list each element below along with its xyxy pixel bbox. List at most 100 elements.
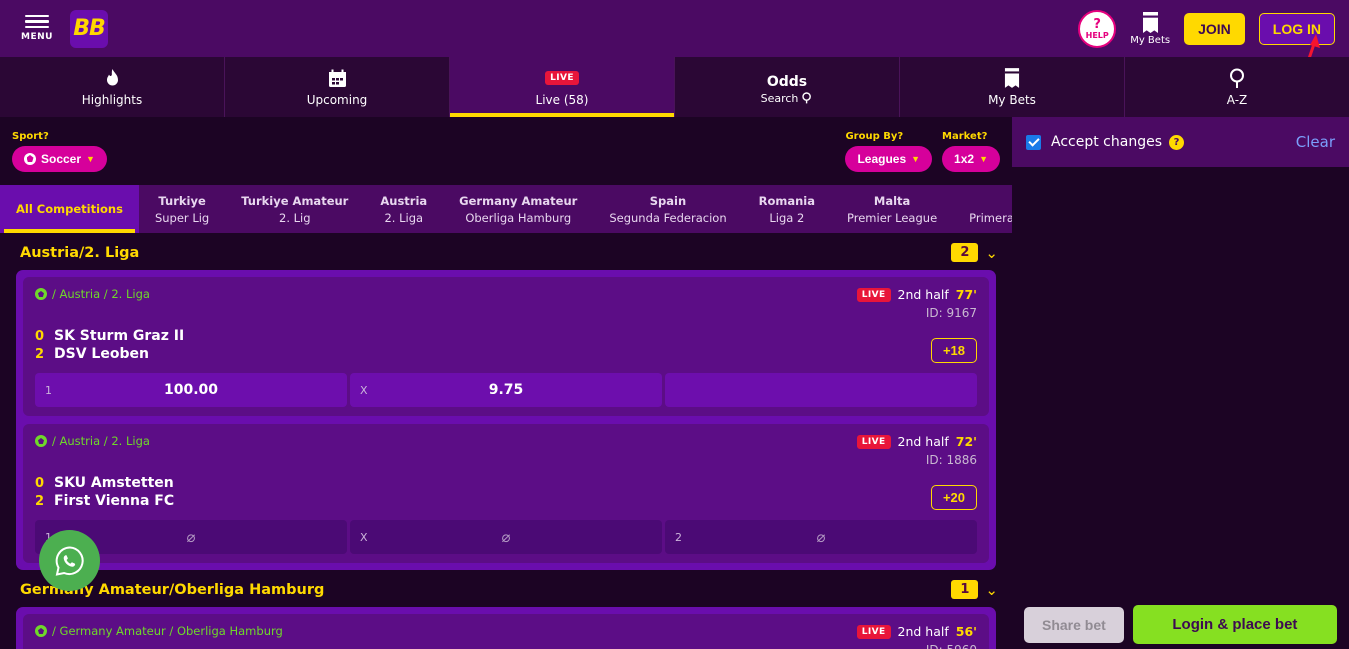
live-badge-icon: LIVE (545, 67, 579, 89)
odds-button[interactable]: 1 100.00 (35, 373, 347, 407)
more-markets-button[interactable]: +20 (930, 485, 977, 510)
market-dropdown[interactable]: 1x2 ▼ (942, 145, 1000, 172)
filter-bar: Sport? Soccer ▼ Group By? Leagues ▼ Mark… (0, 117, 1012, 185)
competition-tab[interactable]: Germany Amateur Oberliga Hamburg (443, 185, 593, 233)
betslip-header: Accept changes ? Clear (1012, 117, 1349, 167)
filter-right-group: Group By? Leagues ▼ Market? 1x2 ▼ (845, 131, 1000, 172)
group-by-value: Leagues (857, 151, 907, 166)
ticket-icon (1142, 11, 1158, 33)
competition-tab-league: 2. Liga (384, 210, 424, 225)
match-teams-row: 0 SKU Amstetten 2 First Vienna FC +20 (35, 475, 977, 510)
accept-changes-checkbox[interactable] (1026, 134, 1041, 150)
tab-odds-label: Odds (766, 73, 808, 90)
competition-tab[interactable]: Malta Premier League (831, 185, 953, 233)
match-top-row: / Germany Amateur / Oberliga Hamburg LIVE… (35, 624, 977, 649)
match-breadcrumb[interactable]: / Germany Amateur / Oberliga Hamburg (35, 624, 283, 638)
magnifier-icon (1228, 67, 1247, 89)
competition-tab[interactable]: Turkiye Super Lig (139, 185, 225, 233)
league-header[interactable]: Austria/2. Liga 2 ⌄ (0, 233, 1012, 270)
live-badge: LIVE (856, 624, 891, 639)
competition-tab-country: Germany Amateur (459, 193, 578, 208)
competition-tab-country: Malta (873, 193, 911, 208)
chevron-down-icon[interactable]: ⌄ (985, 581, 998, 599)
competition-tab-league: Oberliga Hamburg (465, 210, 572, 225)
whatsapp-button[interactable] (39, 530, 100, 591)
live-badge: LIVE (856, 287, 891, 302)
odds-row: 1⌀X⌀2⌀ (35, 520, 977, 554)
league-match-count: 1 (951, 580, 979, 599)
live-events-list: Austria/2. Liga 2 ⌄ / Austria / 2. Liga LIVE… (0, 233, 1012, 649)
odds-outcome-key: X (360, 383, 368, 397)
match-top-row: / Austria / 2. Liga LIVE 2nd half 72' ID: 18… (35, 434, 977, 467)
share-bet-button[interactable]: Share bet (1024, 606, 1124, 643)
match-card[interactable]: / Austria / 2. Liga LIVE 2nd half 72' ID: 18… (23, 424, 989, 563)
betslip-body (1012, 167, 1349, 600)
competition-tab[interactable]: Turkiye Amateur 2. Lig (225, 185, 364, 233)
tab-odds-search[interactable]: Odds Search (675, 57, 900, 117)
tab-odds-sublabel: Search (760, 91, 799, 105)
match-breadcrumb[interactable]: / Austria / 2. Liga (35, 434, 150, 448)
competition-tab-league: Primera Division Women (969, 210, 1012, 225)
match-status-line: LIVE 2nd half 56' (856, 624, 977, 639)
tab-a-z[interactable]: A-Z (1125, 57, 1349, 117)
my-bets-header-button[interactable]: My Bets (1130, 11, 1170, 46)
match-status: LIVE 2nd half 77' ID: 9167 (856, 287, 977, 320)
odds-row: 1 100.00 X 9.75 (35, 373, 977, 407)
sport-filter-dropdown[interactable]: Soccer ▼ (12, 145, 107, 172)
competition-tab[interactable]: All Competitions (0, 185, 139, 233)
tab-highlights[interactable]: Highlights (0, 57, 225, 117)
home-team-row: 0 SK Sturm Graz II (35, 328, 184, 346)
login-and-place-bet-button[interactable]: Login & place bet (1132, 605, 1337, 644)
search-icon (802, 92, 812, 104)
top-header-bar: MENU BB ? HELP My Bets JOIN LOG IN (0, 0, 1349, 57)
help-button[interactable]: ? HELP (1078, 9, 1117, 48)
match-period: 2nd half (897, 624, 949, 639)
home-team-name: SK Sturm Graz II (54, 328, 185, 344)
group-by-dropdown[interactable]: Leagues ▼ (845, 145, 933, 172)
soccer-ball-icon (24, 152, 36, 165)
match-id: ID: 5960 (857, 643, 977, 649)
sport-filter-value: Soccer (41, 151, 82, 166)
competition-tab[interactable]: Romania Liga 2 (743, 185, 831, 233)
match-minute: 77' (955, 287, 977, 302)
accept-changes-label: Accept changes (1051, 134, 1162, 150)
header-actions: ? HELP My Bets JOIN LOG IN (1078, 9, 1349, 48)
brand-logo[interactable]: BB (70, 9, 108, 48)
competition-tab-country: Turkiye (158, 193, 206, 208)
tab-my-bets-label: My Bets (988, 93, 1036, 107)
odds-button[interactable]: X 9.75 (350, 373, 662, 407)
tab-upcoming[interactable]: Upcoming (225, 57, 450, 117)
betslip-actions: Share bet Login & place bet (1012, 600, 1349, 649)
match-period: 2nd half (897, 434, 949, 449)
competition-tab[interactable]: SpainPrimera Division Women (953, 185, 1012, 233)
match-card[interactable]: / Austria / 2. Liga LIVE 2nd half 77' ID: 91… (23, 277, 989, 416)
sport-filter: Sport? Soccer ▼ (12, 131, 107, 172)
login-button[interactable]: LOG IN (1258, 12, 1335, 45)
clear-betslip-link[interactable]: Clear (1296, 133, 1335, 151)
league-matches-block: / Germany Amateur / Oberliga Hamburg LIVE… (16, 607, 996, 649)
odds-outcome-key: 1 (45, 383, 52, 397)
odds-button[interactable] (665, 373, 977, 407)
home-team-row: 0 SKU Amstetten (35, 475, 174, 493)
competition-tab[interactable]: Spain Segunda Federacion (593, 185, 742, 233)
hamburger-icon (25, 14, 49, 29)
odds-button: X ⌀ (350, 520, 662, 554)
tab-my-bets[interactable]: My Bets (900, 57, 1125, 117)
match-card[interactable]: / Germany Amateur / Oberliga Hamburg LIVE… (23, 614, 989, 649)
group-by-filter: Group By? Leagues ▼ (845, 131, 933, 172)
tab-live[interactable]: LIVE Live (58) (450, 57, 675, 117)
menu-button[interactable]: MENU (8, 14, 66, 43)
question-mark-icon[interactable]: ? (1168, 134, 1184, 150)
join-button[interactable]: JOIN (1184, 12, 1245, 45)
match-breadcrumb[interactable]: / Austria / 2. Liga (35, 287, 150, 301)
match-status-line: LIVE 2nd half 77' (856, 287, 977, 302)
league-header[interactable]: Germany Amateur/Oberliga Hamburg 1 ⌄ (0, 570, 1012, 607)
market-filter: Market? 1x2 ▼ (942, 131, 1000, 172)
competition-tab[interactable]: Austria 2. Liga (364, 185, 443, 233)
help-label: HELP (1085, 30, 1109, 40)
more-markets-button[interactable]: +18 (930, 338, 977, 363)
menu-label: MENU (21, 32, 53, 43)
main-nav-tabs: Highlights Upcoming LIVE Live (58) Odds … (0, 57, 1349, 117)
away-score: 2 (35, 346, 45, 362)
chevron-down-icon[interactable]: ⌄ (985, 244, 998, 262)
